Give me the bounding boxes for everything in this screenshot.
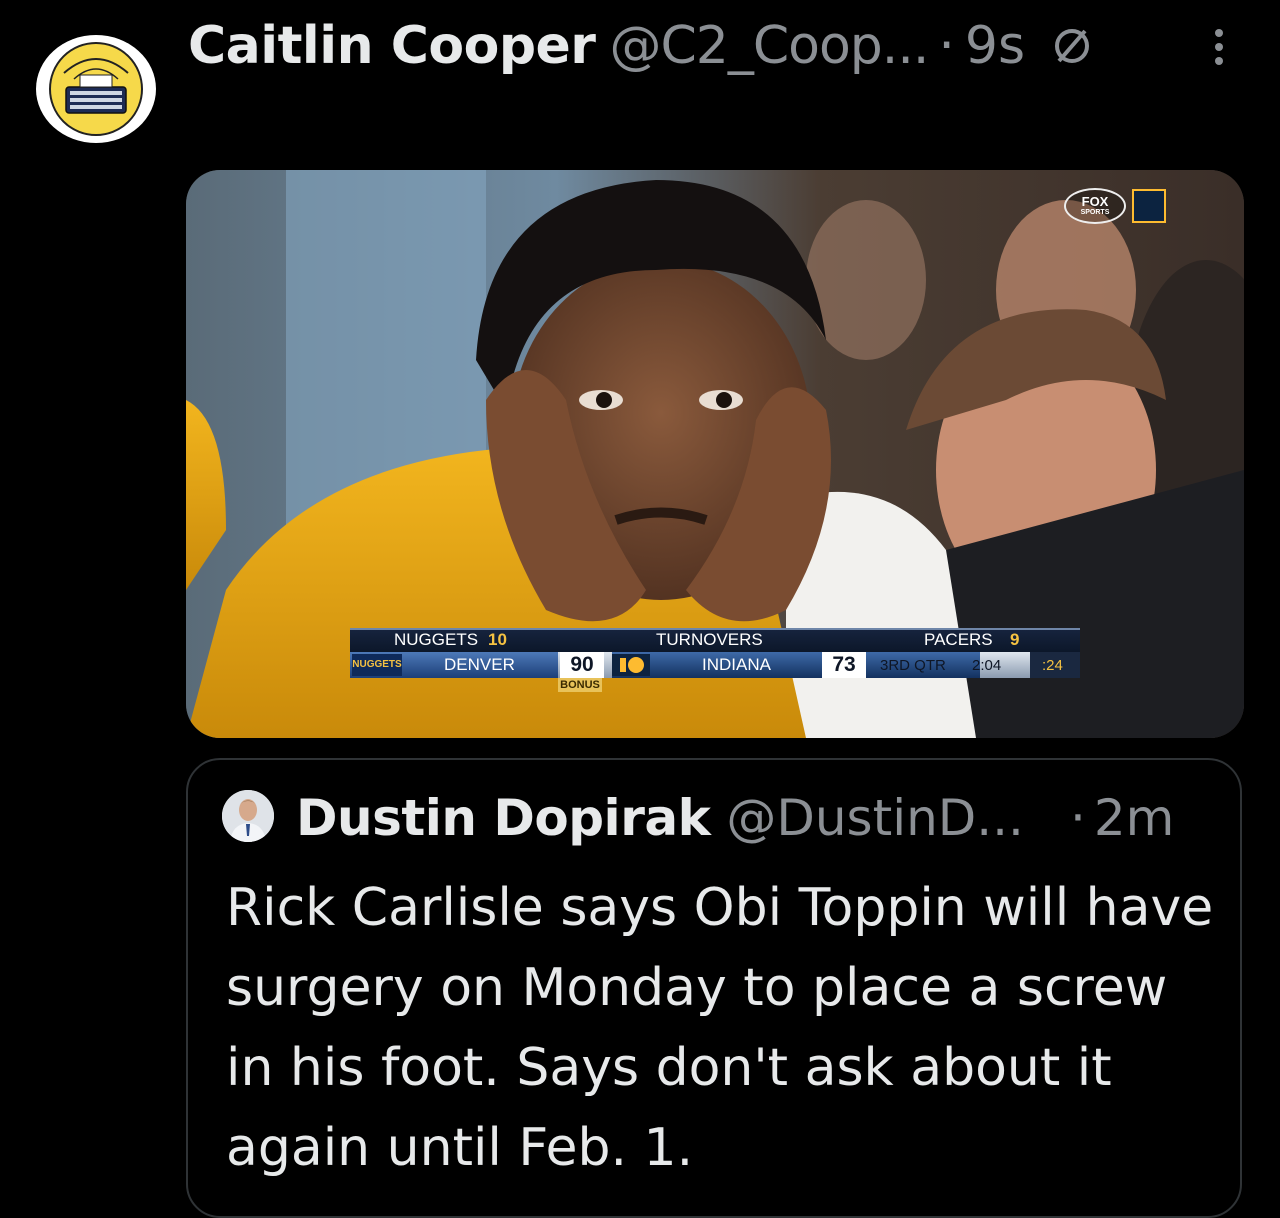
- network-logo-bottom-text: SPORTS: [1080, 209, 1110, 216]
- home-turnovers: 9: [1010, 630, 1020, 649]
- more-vertical-icon[interactable]: [1204, 24, 1234, 70]
- network-logo-top-text: FOX: [1081, 194, 1109, 209]
- no-entry-icon: [1051, 25, 1093, 67]
- bonus-indicator: BONUS: [558, 678, 602, 692]
- pacers-scorebug-logo-icon: [612, 654, 650, 676]
- quoted-tweet-timestamp[interactable]: 2m: [1094, 789, 1175, 847]
- separator-dot: ·: [1069, 789, 1086, 847]
- shot-clock: :24: [1042, 657, 1063, 674]
- quoted-tweet-text: Rick Carlisle says Obi Toppin will have …: [226, 878, 1214, 1178]
- game-clock: 2:04: [972, 657, 1002, 674]
- quoted-tweet[interactable]: Dustin Dopirak @DustinD... · 2m Rick Car…: [186, 758, 1242, 1218]
- stat-label: TURNOVERS: [656, 630, 763, 649]
- away-turnovers: 10: [488, 630, 507, 649]
- tweet-media-image[interactable]: FOX SPORTS NUGGETS NUGGETS 10 DENVER 90 …: [186, 170, 1244, 738]
- tweet-header: Caitlin Cooper @C2_Coop... · 9s: [188, 6, 1093, 86]
- home-team-label: PACERS: [924, 630, 993, 649]
- nuggets-logo-icon: NUGGETS: [352, 654, 402, 676]
- quoted-author-name[interactable]: Dustin Dopirak: [296, 789, 711, 847]
- basketball-typewriter-logo: [49, 42, 143, 136]
- network-logo: FOX SPORTS: [1064, 188, 1166, 224]
- pacers-logo-icon: [1132, 189, 1166, 223]
- quoted-author-avatar[interactable]: [222, 790, 274, 842]
- author-avatar[interactable]: [36, 35, 156, 143]
- author-name[interactable]: Caitlin Cooper: [188, 16, 596, 76]
- away-score: 90: [560, 652, 604, 678]
- quoted-author-handle[interactable]: @DustinD...: [726, 789, 1024, 847]
- separator-dot: ·: [938, 16, 955, 76]
- home-score: 73: [822, 652, 866, 678]
- fox-sports-logo: FOX SPORTS: [1064, 188, 1126, 224]
- away-team-name: DENVER: [444, 655, 515, 674]
- game-period: 3RD QTR: [880, 657, 946, 674]
- quoted-tweet-header: Dustin Dopirak @DustinD... · 2m: [296, 786, 1174, 850]
- author-handle[interactable]: @C2_Coop...: [609, 16, 929, 76]
- home-team-name: INDIANA: [702, 655, 771, 674]
- tweet-timestamp[interactable]: 9s: [965, 16, 1025, 76]
- away-team-label: NUGGETS: [394, 630, 479, 649]
- score-bug: NUGGETS NUGGETS 10 DENVER 90 BONUS TURNO…: [350, 628, 1080, 692]
